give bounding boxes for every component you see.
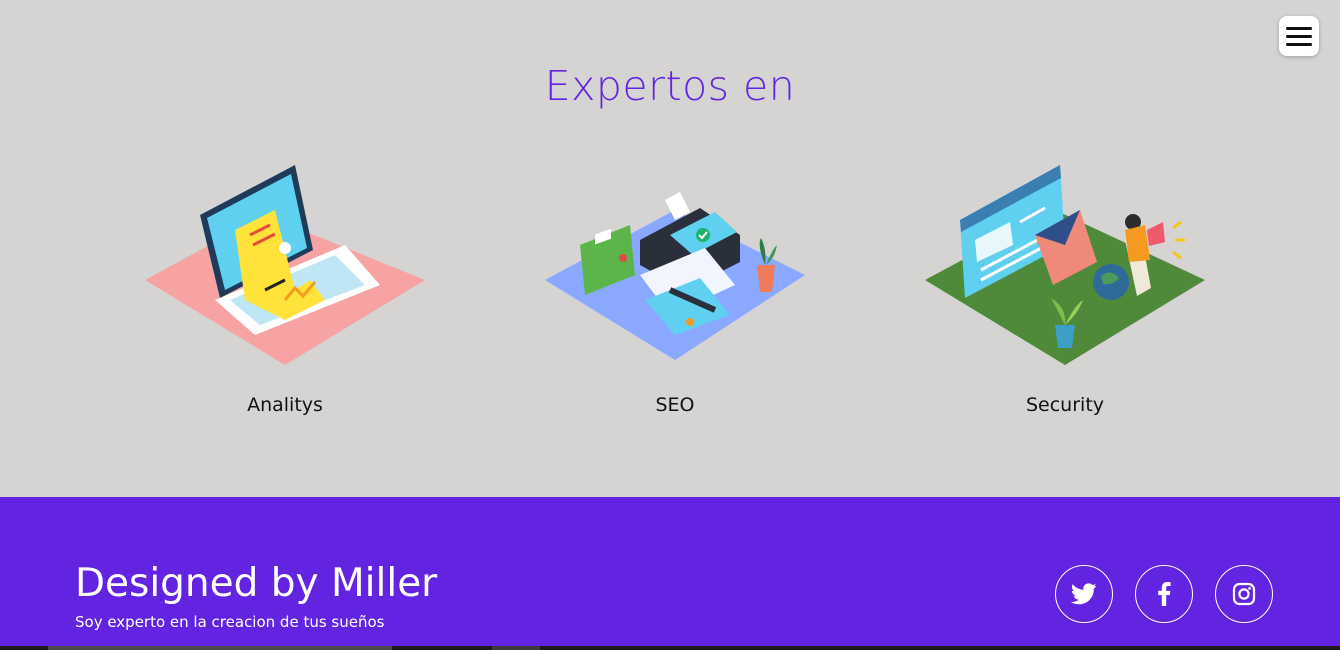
instagram-link[interactable] <box>1215 565 1273 623</box>
hamburger-line <box>1286 34 1312 38</box>
analytics-laptop-illustration <box>145 165 425 365</box>
hamburger-menu-button[interactable] <box>1279 16 1319 56</box>
service-card-security: Security <box>915 150 1215 420</box>
footer: Designed by Miller Soy experto en la cre… <box>0 497 1340 650</box>
service-label: Analitys <box>247 394 323 416</box>
service-card-seo: SEO <box>525 150 825 420</box>
twitter-link[interactable] <box>1055 565 1113 623</box>
footer-title: Designed by Miller <box>75 561 438 606</box>
payment-terminal-illustration <box>545 192 805 360</box>
instagram-icon <box>1232 582 1256 606</box>
facebook-icon <box>1158 582 1171 606</box>
email-marketing-illustration <box>925 165 1205 365</box>
taskbar-strip <box>0 646 1340 650</box>
footer-subtitle: Soy experto en la creacion de tus sueños <box>75 613 385 631</box>
service-card-analytics: Analitys <box>135 150 435 420</box>
service-label: Security <box>1025 394 1105 416</box>
service-label: SEO <box>655 394 695 416</box>
hamburger-line <box>1286 42 1312 46</box>
facebook-link[interactable] <box>1135 565 1193 623</box>
taskbar-segment <box>492 646 540 650</box>
hamburger-menu-icon <box>1286 26 1312 30</box>
section-title: Expertos en <box>544 62 796 110</box>
twitter-icon <box>1071 583 1097 605</box>
taskbar-segment <box>48 646 392 650</box>
